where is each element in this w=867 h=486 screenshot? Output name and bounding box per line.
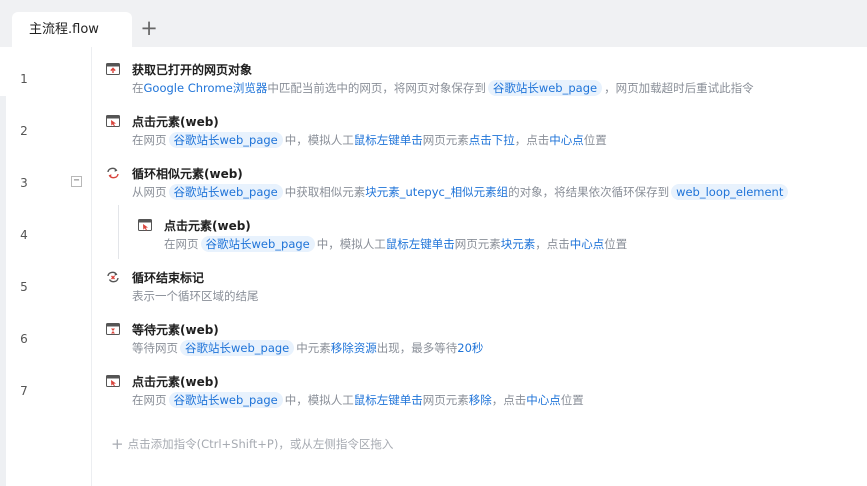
plus-icon: +: [111, 435, 124, 453]
tab-bar: 主流程.flow +: [0, 0, 867, 47]
command-description: 在网页 谷歌站长web_page 中，模拟人工鼠标左键单击网页元素移除，点击中心点位…: [132, 392, 584, 408]
line-number: 3: [20, 176, 28, 190]
line-number: 5: [20, 280, 28, 294]
click-element-icon: [106, 115, 120, 127]
variable-pill: 谷歌站长web_page: [168, 184, 283, 200]
command-title: 点击元素(web): [132, 115, 219, 129]
tab-label: 主流程.flow: [29, 22, 99, 37]
add-command-label: 点击添加指令(Ctrl+Shift+P)，或从左侧指令区拖入: [127, 437, 394, 451]
command-title: 等待元素(web): [132, 323, 219, 337]
add-command-hint[interactable]: + 点击添加指令(Ctrl+Shift+P)，或从左侧指令区拖入: [111, 434, 394, 453]
line-number: 4: [20, 228, 28, 242]
webpage-open-icon: [106, 63, 120, 75]
variable-pill: 谷歌站长web_page: [487, 80, 603, 96]
variable-pill: 谷歌站长web_page: [168, 392, 283, 408]
command-description: 等待网页 谷歌站长web_page 中元素移除资源出现，最多等待20秒: [132, 340, 484, 356]
left-panel-edge: [0, 96, 6, 486]
command-description: 在网页 谷歌站长web_page 中，模拟人工鼠标左键单击网页元素点击下拉，点击中心…: [132, 132, 607, 148]
click-element-icon: [138, 219, 152, 231]
command-title: 循环相似元素(web): [132, 167, 243, 181]
add-tab-button[interactable]: +: [138, 14, 160, 42]
command-title: 获取已打开的网页对象: [132, 63, 253, 77]
loop-block-rail: [118, 205, 119, 259]
loop-icon: [107, 167, 119, 179]
tab-main-flow[interactable]: 主流程.flow: [12, 12, 132, 47]
line-number: 7: [20, 384, 28, 398]
collapse-loop-button[interactable]: −: [71, 176, 82, 187]
wait-element-icon: [106, 323, 120, 335]
command-description: 从网页 谷歌站长web_page 中获取相似元素块元素_utepyc_相似元素组的对…: [132, 183, 790, 201]
command-description: 在Google Chrome浏览器中匹配当前选中的网页，将网页对象保存到 谷歌站长…: [132, 80, 754, 96]
command-description: 表示一个循环区域的结尾: [132, 289, 259, 303]
click-element-icon: [106, 375, 120, 387]
command-title: 点击元素(web): [132, 375, 219, 389]
line-number: 2: [20, 124, 28, 138]
variable-pill: 谷歌站长web_page: [180, 340, 295, 356]
gutter-divider: [91, 47, 92, 486]
command-title: 循环结束标记: [132, 271, 205, 285]
line-number: 1: [20, 72, 28, 86]
loop-end-icon: [107, 271, 119, 283]
command-description: 在网页 谷歌站长web_page 中，模拟人工鼠标左键单击网页元素块元素，点击中心点…: [164, 236, 628, 252]
line-number: 6: [20, 332, 28, 346]
command-title: 点击元素(web): [164, 219, 251, 233]
variable-pill: 谷歌站长web_page: [200, 236, 315, 252]
variable-pill: 谷歌站长web_page: [168, 132, 283, 148]
variable-pill: web_loop_element: [671, 184, 789, 200]
